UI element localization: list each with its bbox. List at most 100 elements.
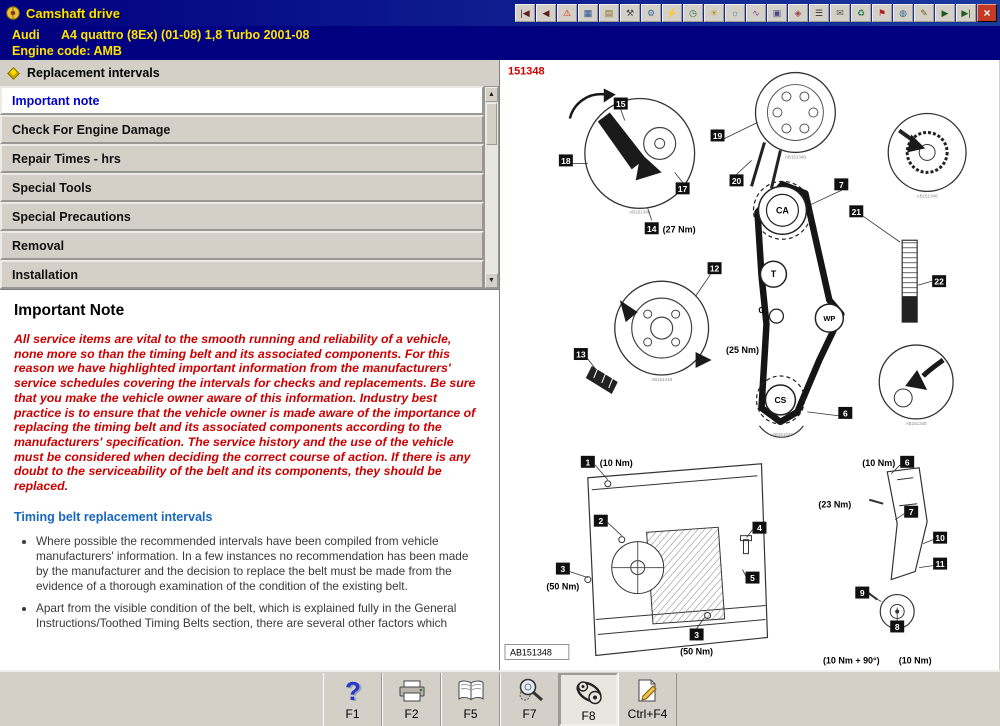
screen-icon[interactable]: ▦ bbox=[578, 4, 598, 22]
warning-text: All service items are vital to the smoot… bbox=[14, 332, 483, 494]
figure-ref-top: 151348 bbox=[508, 66, 545, 78]
svg-text:AB151348: AB151348 bbox=[629, 209, 650, 214]
cam-sprocket-closeup bbox=[751, 73, 835, 189]
fn-label: Ctrl+F4 bbox=[628, 707, 668, 721]
vehicle-model: A4 quattro (8Ex) (01-08) 1,8 Turbo 2001-… bbox=[61, 28, 309, 42]
gear-closeup bbox=[888, 114, 966, 192]
belt-edge-strip bbox=[902, 240, 917, 322]
topic-scrollbar[interactable]: ▲ ▼ bbox=[484, 86, 499, 289]
sidebar-item-removal[interactable]: Removal bbox=[0, 231, 484, 260]
svg-text:(10 Nm + 90°): (10 Nm + 90°) bbox=[823, 655, 880, 665]
svg-text:10: 10 bbox=[935, 533, 945, 543]
wiring-icon[interactable]: ∿ bbox=[746, 4, 766, 22]
article-title: Important Note bbox=[14, 302, 483, 320]
svg-text:14: 14 bbox=[647, 224, 657, 234]
globe-icon[interactable]: ◍ bbox=[893, 4, 913, 22]
nav-first-icon[interactable]: |◀ bbox=[515, 4, 535, 22]
diagnostics-icon[interactable]: ◈ bbox=[788, 4, 808, 22]
front-panel-figure bbox=[585, 464, 768, 656]
svg-text:5: 5 bbox=[750, 573, 755, 583]
svg-text:(50 Nm): (50 Nm) bbox=[680, 646, 713, 656]
component-icon[interactable]: ▣ bbox=[767, 4, 787, 22]
sidebar-item-repair-times-hrs[interactable]: Repair Times - hrs bbox=[0, 144, 484, 173]
service-clock-icon[interactable]: ◷ bbox=[683, 4, 703, 22]
print-button[interactable]: F2 bbox=[382, 673, 441, 726]
section-header: Replacement intervals bbox=[0, 60, 499, 86]
scroll-down-icon[interactable]: ▼ bbox=[485, 273, 498, 288]
section-title: Replacement intervals bbox=[27, 66, 160, 80]
scroll-up-icon[interactable]: ▲ bbox=[485, 87, 498, 102]
tools-icon[interactable]: ⚒ bbox=[620, 4, 640, 22]
vehicle-header: Audi A4 quattro (8Ex) (01-08) 1,8 Turbo … bbox=[0, 26, 1000, 60]
sidebar-item-important-note[interactable]: Important note bbox=[0, 86, 484, 115]
belt-schematic bbox=[753, 181, 843, 437]
svg-text:6: 6 bbox=[843, 408, 848, 418]
sidebar-item-installation[interactable]: Installation bbox=[0, 260, 484, 289]
sidebar-item-special-precautions[interactable]: Special Precautions bbox=[0, 202, 484, 231]
scrollbar-thumb[interactable] bbox=[486, 103, 497, 145]
svg-text:3: 3 bbox=[694, 630, 699, 640]
close-document-button[interactable]: Ctrl+F4 bbox=[618, 673, 677, 726]
recycle-icon[interactable]: ♻ bbox=[851, 4, 871, 22]
settings-gear-icon[interactable]: ⚙ bbox=[641, 4, 661, 22]
print-icon bbox=[397, 675, 427, 707]
sidebar-item-special-tools[interactable]: Special Tools bbox=[0, 173, 484, 202]
exit-icon[interactable]: × bbox=[977, 4, 997, 22]
nav-last-icon[interactable]: ▶| bbox=[956, 4, 976, 22]
nav-forward-icon[interactable]: ▶ bbox=[935, 4, 955, 22]
help-button[interactable]: ? ? F1 bbox=[323, 673, 382, 726]
svg-text:AB151348: AB151348 bbox=[917, 193, 938, 198]
svg-text:(10 Nm): (10 Nm) bbox=[600, 458, 633, 468]
svg-text:1: 1 bbox=[585, 457, 590, 467]
timing-belt-button[interactable]: F8 bbox=[559, 673, 618, 726]
svg-text:?: ? bbox=[345, 677, 361, 705]
svg-text:3: 3 bbox=[561, 564, 566, 574]
timing-belt-diagram: 1 5 13 4 8 bbox=[500, 60, 999, 670]
electrics-icon[interactable]: ⚡ bbox=[662, 4, 682, 22]
close-document-icon bbox=[633, 675, 663, 707]
flag-icon[interactable]: ⚑ bbox=[872, 4, 892, 22]
svg-text:(10 Nm): (10 Nm) bbox=[899, 655, 932, 665]
menu-icon[interactable]: ☰ bbox=[809, 4, 829, 22]
titlebar-toolbar: |◀◀⚠▦▤⚒⚙⚡◷☀☼∿▣◈☰✉♻⚑◍✎▶▶|× bbox=[515, 4, 997, 22]
svg-text:G: G bbox=[758, 306, 764, 315]
bulb-icon[interactable]: ☀ bbox=[704, 4, 724, 22]
svg-text:18: 18 bbox=[561, 156, 571, 166]
inspection-button[interactable]: F7 bbox=[500, 673, 559, 726]
timing-belt-icon bbox=[574, 677, 604, 709]
notes-icon[interactable]: ✎ bbox=[914, 4, 934, 22]
sidebar-item-check-for-engine-damage[interactable]: Check For Engine Damage bbox=[0, 115, 484, 144]
report-icon[interactable]: ▤ bbox=[599, 4, 619, 22]
article-content: Important Note All service items are vit… bbox=[0, 289, 499, 670]
help-icon: ? ? bbox=[338, 675, 368, 707]
svg-text:8: 8 bbox=[895, 622, 900, 632]
svg-text:(10 Nm): (10 Nm) bbox=[862, 458, 895, 468]
svg-text:4: 4 bbox=[757, 523, 762, 533]
aircon-icon[interactable]: ☼ bbox=[725, 4, 745, 22]
manual-button[interactable]: F5 bbox=[441, 673, 500, 726]
window-title: Camshaft drive bbox=[26, 6, 120, 21]
fn-label: F2 bbox=[404, 707, 418, 721]
engine-code: Engine code: AMB bbox=[12, 43, 1000, 59]
vehicle-make: Audi bbox=[12, 27, 58, 43]
svg-text:6: 6 bbox=[905, 457, 910, 467]
bullet-item: Where possible the recommended intervals… bbox=[36, 534, 483, 594]
diagram-panel: 1 5 13 4 8 bbox=[500, 60, 999, 670]
belt-fragment bbox=[586, 366, 618, 394]
nav-back-icon[interactable]: ◀ bbox=[536, 4, 556, 22]
svg-text:(27 Nm): (27 Nm) bbox=[663, 224, 696, 234]
diamond-icon bbox=[7, 67, 20, 80]
svg-text:9: 9 bbox=[860, 588, 865, 598]
crank-pulley-closeup bbox=[615, 281, 712, 375]
svg-text:11: 11 bbox=[936, 559, 945, 569]
svg-text:21: 21 bbox=[852, 207, 862, 217]
inspection-icon bbox=[515, 675, 545, 707]
svg-text:22: 22 bbox=[934, 277, 944, 287]
warning-icon[interactable]: ⚠ bbox=[557, 4, 577, 22]
svg-text:20: 20 bbox=[732, 176, 742, 186]
svg-text:7: 7 bbox=[839, 180, 844, 190]
mail-icon[interactable]: ✉ bbox=[830, 4, 850, 22]
figure-ref-bottom: AB151348 bbox=[510, 647, 552, 657]
svg-text:13: 13 bbox=[576, 350, 586, 360]
torque-notes: (27 Nm)(25 Nm)(10 Nm)(50 Nm)(50 Nm)(10 N… bbox=[546, 224, 931, 665]
